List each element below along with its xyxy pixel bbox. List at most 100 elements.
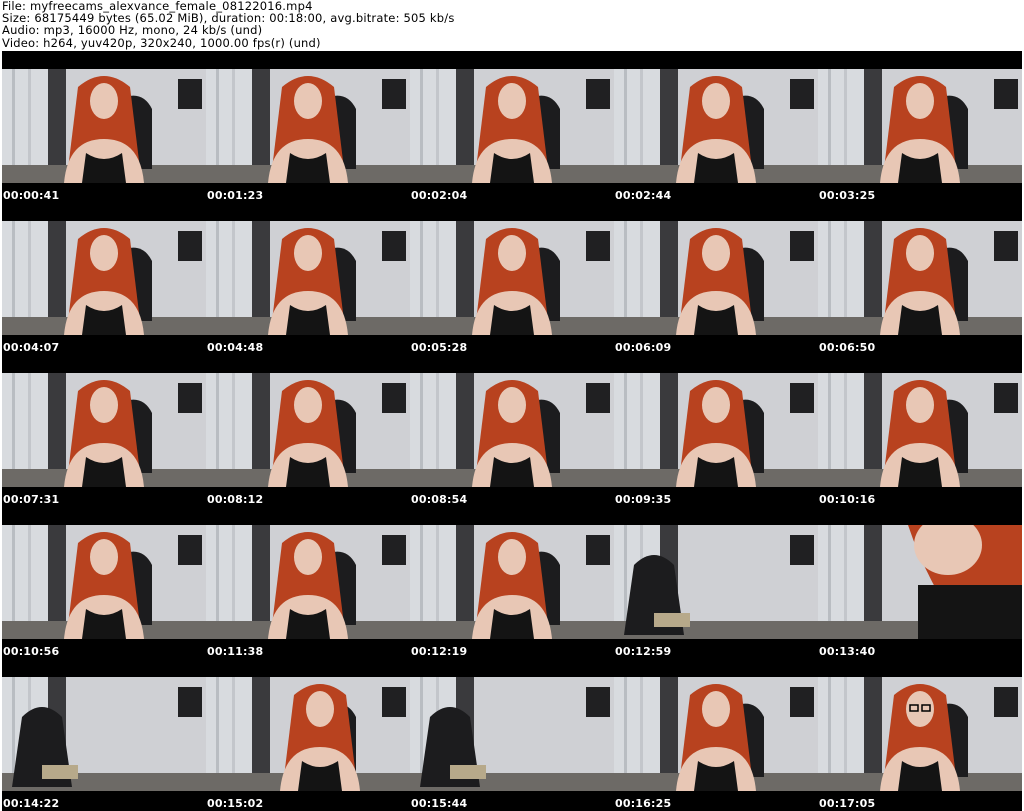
thumbnail-timestamp: 00:02:44 — [615, 189, 672, 202]
thumbnail-cell[interactable]: 00:06:09 — [614, 203, 818, 355]
thumbnail-timestamp: 00:06:09 — [615, 341, 672, 354]
video-frame-image — [2, 221, 206, 335]
video-frame-image — [614, 69, 818, 183]
video-frame-image — [206, 525, 410, 639]
thumbnail-frame — [206, 221, 410, 335]
thumbnail-frame — [2, 373, 206, 487]
thumbnail-timestamp: 00:08:54 — [411, 493, 468, 506]
thumbnail-frame — [818, 373, 1022, 487]
thumbnail-frame — [614, 677, 818, 791]
thumbnail-timestamp: 00:15:02 — [207, 797, 264, 810]
thumbnail-cell[interactable]: 00:08:54 — [410, 355, 614, 507]
video-frame-image — [2, 69, 206, 183]
video-frame-image — [410, 373, 614, 487]
thumbnail-frame — [818, 525, 1022, 639]
thumbnail-cell[interactable]: 00:11:38 — [206, 507, 410, 659]
thumbnail-timestamp: 00:07:31 — [3, 493, 60, 506]
video-frame-image — [818, 373, 1022, 487]
thumbnail-timestamp: 00:02:04 — [411, 189, 468, 202]
thumbnail-frame — [206, 525, 410, 639]
video-frame-image — [206, 677, 410, 791]
thumbnail-cell[interactable]: 00:04:07 — [2, 203, 206, 355]
thumbnail-frame — [410, 221, 614, 335]
video-info-line: Video: h264, yuv420p, 320x240, 1000.00 f… — [2, 35, 321, 50]
thumbnail-cell[interactable]: 00:04:48 — [206, 203, 410, 355]
thumbnail-cell[interactable]: 00:09:35 — [614, 355, 818, 507]
thumbnail-timestamp: 00:12:19 — [411, 645, 468, 658]
thumbnail-cell[interactable]: 00:06:50 — [818, 203, 1022, 355]
thumbnail-cell[interactable]: 00:00:41 — [2, 51, 206, 203]
thumbnail-cell[interactable]: 00:15:02 — [206, 659, 410, 811]
thumbnail-timestamp: 00:17:05 — [819, 797, 876, 810]
video-frame-image — [818, 525, 1022, 639]
thumbnail-timestamp: 00:10:16 — [819, 493, 876, 506]
video-frame-image — [818, 221, 1022, 335]
thumbnail-cell[interactable]: 00:02:44 — [614, 51, 818, 203]
thumbnail-frame — [206, 373, 410, 487]
thumbnail-frame — [410, 677, 614, 791]
video-frame-image — [410, 69, 614, 183]
thumbnail-timestamp: 00:04:48 — [207, 341, 264, 354]
video-frame-image — [206, 373, 410, 487]
thumbnail-frame — [2, 525, 206, 639]
video-frame-image — [818, 677, 1022, 791]
thumbnail-cell[interactable]: 00:10:16 — [818, 355, 1022, 507]
thumbnail-frame — [614, 373, 818, 487]
thumbnail-frame — [410, 69, 614, 183]
video-frame-image — [614, 221, 818, 335]
thumbnail-frame — [614, 221, 818, 335]
thumbnail-cell[interactable]: 00:01:23 — [206, 51, 410, 203]
thumbnail-cell[interactable]: 00:17:05 — [818, 659, 1022, 811]
thumbnail-timestamp: 00:11:38 — [207, 645, 264, 658]
thumbnail-grid: 00:00:41 00:01:23 00:02:04 00:02:44 00:03:25… — [2, 51, 1022, 811]
thumbnail-timestamp: 00:06:50 — [819, 341, 876, 354]
thumbnail-timestamp: 00:14:22 — [3, 797, 60, 810]
video-frame-image — [206, 221, 410, 335]
thumbnail-frame — [206, 677, 410, 791]
thumbnail-cell[interactable]: 00:15:44 — [410, 659, 614, 811]
thumbnail-frame — [614, 69, 818, 183]
thumbnail-timestamp: 00:03:25 — [819, 189, 876, 202]
thumbnail-timestamp: 00:10:56 — [3, 645, 60, 658]
thumbnail-timestamp: 00:05:28 — [411, 341, 468, 354]
video-frame-image — [614, 373, 818, 487]
thumbnail-timestamp: 00:08:12 — [207, 493, 264, 506]
audio-info-line: Audio: mp3, 16000 Hz, mono, 24 kb/s (und… — [2, 23, 263, 38]
thumbnail-timestamp: 00:15:44 — [411, 797, 468, 810]
video-frame-image — [614, 677, 818, 791]
thumbnail-frame — [818, 69, 1022, 183]
file-info-header: File: myfreecams_alexvance_female_081220… — [2, 0, 1022, 50]
thumbnail-cell[interactable]: 00:07:31 — [2, 355, 206, 507]
video-frame-image — [2, 677, 206, 791]
thumbnail-frame — [2, 69, 206, 183]
thumbnail-cell[interactable]: 00:08:12 — [206, 355, 410, 507]
thumbnail-frame — [2, 221, 206, 335]
thumbnail-cell[interactable]: 00:12:59 — [614, 507, 818, 659]
thumbnail-timestamp: 00:12:59 — [615, 645, 672, 658]
thumbnail-timestamp: 00:00:41 — [3, 189, 60, 202]
thumbnail-frame — [818, 221, 1022, 335]
thumbnail-timestamp: 00:01:23 — [207, 189, 264, 202]
video-frame-image — [410, 677, 614, 791]
thumbnail-frame — [206, 69, 410, 183]
thumbnail-cell[interactable]: 00:13:40 — [818, 507, 1022, 659]
thumbnail-frame — [410, 525, 614, 639]
video-frame-image — [410, 525, 614, 639]
thumbnail-cell[interactable]: 00:02:04 — [410, 51, 614, 203]
thumbnail-cell[interactable]: 00:16:25 — [614, 659, 818, 811]
thumbnail-cell[interactable]: 00:14:22 — [2, 659, 206, 811]
video-frame-image — [2, 525, 206, 639]
thumbnail-cell[interactable]: 00:12:19 — [410, 507, 614, 659]
video-frame-image — [410, 221, 614, 335]
thumbnail-cell[interactable]: 00:03:25 — [818, 51, 1022, 203]
thumbnail-timestamp: 00:13:40 — [819, 645, 876, 658]
thumbnail-timestamp: 00:16:25 — [615, 797, 672, 810]
thumbnail-frame — [2, 677, 206, 791]
thumbnail-frame — [410, 373, 614, 487]
video-frame-image — [818, 69, 1022, 183]
thumbnail-timestamp: 00:09:35 — [615, 493, 672, 506]
thumbnail-cell[interactable]: 00:10:56 — [2, 507, 206, 659]
video-frame-image — [2, 373, 206, 487]
thumbnail-cell[interactable]: 00:05:28 — [410, 203, 614, 355]
video-frame-image — [614, 525, 818, 639]
